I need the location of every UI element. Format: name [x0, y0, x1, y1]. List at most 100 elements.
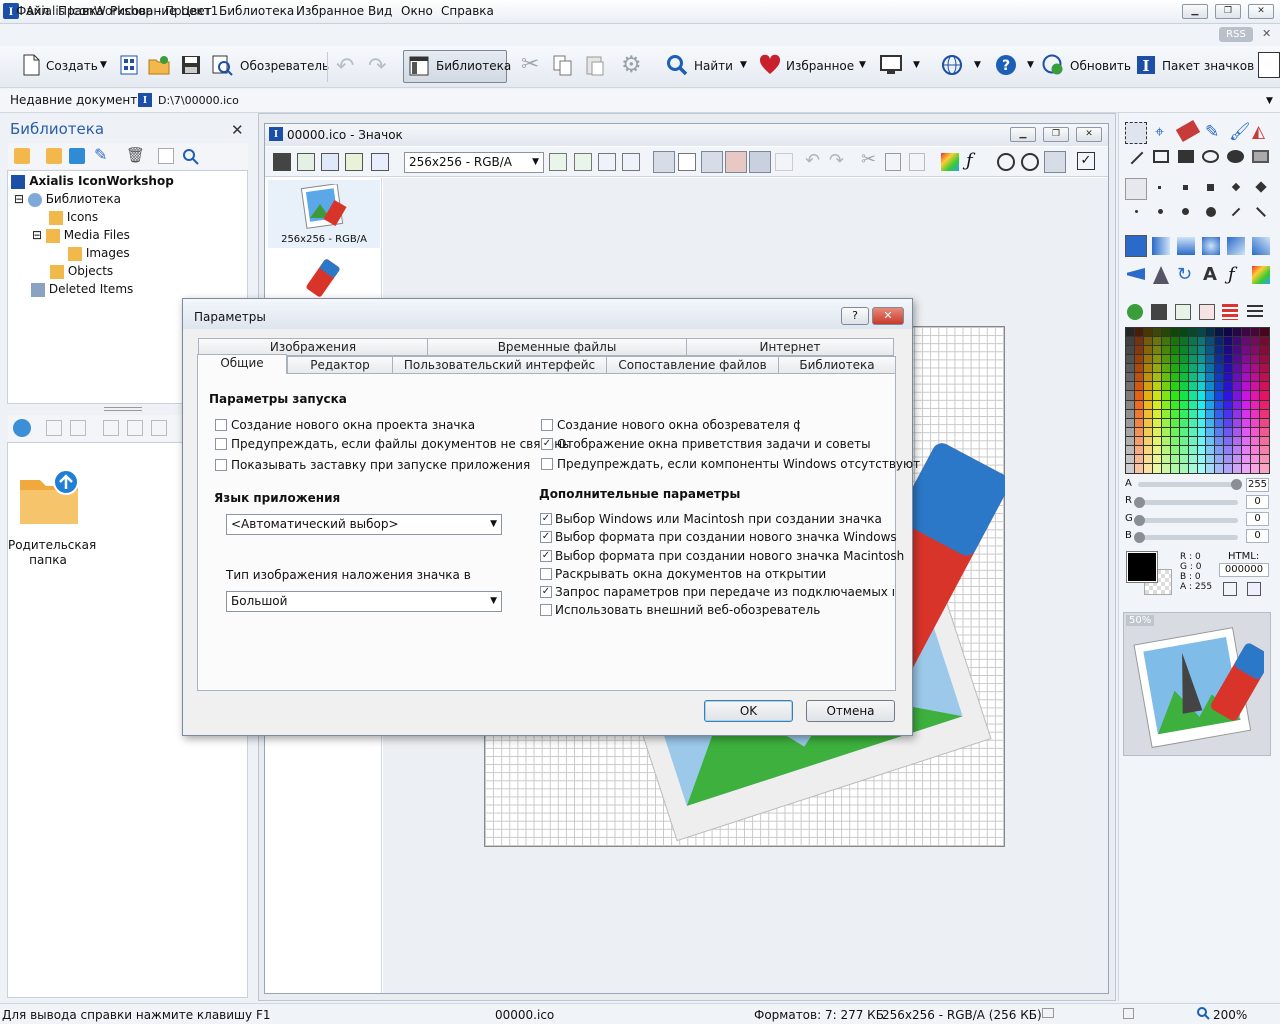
tab-internet[interactable]: Интернет [686, 338, 894, 356]
palette-swatch[interactable] [1160, 399, 1172, 411]
palette-swatch[interactable] [1125, 390, 1136, 402]
globe-dropdown-icon[interactable]: ▼ [974, 60, 981, 70]
favorites-dropdown-icon[interactable]: ▼ [859, 60, 866, 70]
new-library-folder-icon[interactable] [14, 148, 30, 164]
menu-library[interactable]: Библиотека [219, 4, 294, 18]
icon-pack-button[interactable]: Пакет значков [1162, 59, 1254, 73]
palette-options-icon[interactable] [1222, 304, 1238, 320]
palette-swatch[interactable] [1160, 354, 1172, 366]
menubar-close-icon[interactable]: ✕ [1262, 27, 1271, 40]
palette-swatch[interactable] [1214, 372, 1226, 384]
palette-swatch[interactable] [1196, 462, 1208, 475]
palette-swatch[interactable] [1223, 345, 1235, 357]
palette-swatch[interactable] [1250, 462, 1262, 475]
doc-undo-icon[interactable]: ↶ [805, 150, 820, 171]
undo-icon[interactable]: ↶ [336, 54, 354, 79]
palette-swatch[interactable] [1133, 435, 1145, 447]
palette-swatch[interactable] [1169, 336, 1181, 348]
palette-new-icon[interactable] [1175, 304, 1191, 320]
palette-swatch[interactable] [1223, 336, 1235, 348]
palette-swatch[interactable] [1160, 408, 1172, 420]
palette-swatch[interactable] [1133, 372, 1145, 384]
library-search-icon[interactable] [182, 148, 199, 165]
palette-swatch[interactable] [1133, 453, 1145, 465]
palette-swatch[interactable] [1259, 435, 1270, 447]
tree-item-objects[interactable]: Objects [50, 264, 113, 279]
palette-swatch[interactable] [1232, 435, 1244, 447]
palette-swatch[interactable] [1151, 444, 1163, 456]
palette-swatch[interactable] [1142, 453, 1154, 465]
palette-swatch[interactable] [1250, 354, 1262, 366]
palette-swatch[interactable] [1250, 453, 1262, 465]
palette-swatch[interactable] [1151, 336, 1163, 348]
palette-swatch[interactable] [1205, 372, 1217, 384]
palette-swatch[interactable] [1232, 417, 1244, 429]
palette-swatch[interactable] [1142, 435, 1154, 447]
favorites-button[interactable]: Избранное [786, 59, 854, 73]
palette-swatch[interactable] [1178, 408, 1190, 420]
palette-swatch[interactable] [1205, 453, 1217, 465]
library-panel-close-icon[interactable]: ✕ [231, 121, 244, 139]
brush-round-2-option[interactable] [1158, 209, 1163, 214]
palette-swatch[interactable] [1223, 399, 1235, 411]
palette-swatch[interactable] [1133, 390, 1145, 402]
pencil-tool-icon[interactable]: ✎ [1205, 122, 1219, 142]
palette-swatch[interactable] [1250, 326, 1262, 339]
fill-radial-gradient-option[interactable] [1202, 237, 1220, 255]
palette-swatch[interactable] [1142, 426, 1154, 438]
extra-checkbox-0[interactable]: ✓ [540, 513, 552, 525]
palette-swatch[interactable] [1241, 435, 1253, 447]
palette-swatch[interactable] [1133, 408, 1145, 420]
transparency-toggle-icon[interactable] [725, 151, 747, 173]
palette-swatch[interactable] [1259, 426, 1270, 438]
tree-item-media-files[interactable]: ⊟ Media Files [32, 228, 130, 243]
palette-swatch[interactable] [1196, 444, 1208, 456]
palette-swatch[interactable] [1160, 444, 1172, 456]
palette-swatch[interactable] [1232, 372, 1244, 384]
extra-checkbox-4[interactable]: ✓ [540, 586, 552, 598]
palette-swatch[interactable] [1187, 326, 1199, 339]
green-value-box[interactable]: 0 [1246, 512, 1269, 526]
alpha-value-box[interactable]: 255 [1246, 478, 1269, 492]
palette-swatch[interactable] [1178, 426, 1190, 438]
palette-swatch[interactable] [1187, 336, 1199, 348]
palette-swatch[interactable] [1205, 417, 1217, 429]
palette-swatch[interactable] [1142, 354, 1154, 366]
extra-checkbox-3[interactable] [540, 568, 552, 580]
panel-splitter-handle[interactable] [104, 407, 142, 411]
palette-swatch[interactable] [1232, 462, 1244, 475]
paste-color-icon[interactable] [1247, 582, 1261, 596]
palette-swatch[interactable] [1187, 390, 1199, 402]
brush-size-4-option[interactable] [1207, 184, 1214, 191]
red-slider-track[interactable] [1138, 500, 1238, 505]
palette-swatch[interactable] [1259, 363, 1270, 375]
palette-swatch[interactable] [1142, 372, 1154, 384]
palette-swatch[interactable] [1196, 354, 1208, 366]
palette-swatch[interactable] [1205, 345, 1217, 357]
palette-swatch[interactable] [1241, 363, 1253, 375]
palette-swatch[interactable] [1205, 363, 1217, 375]
menu-window[interactable]: Окно [401, 4, 433, 18]
open-project-icon[interactable] [118, 54, 140, 76]
palette-swatch[interactable] [1223, 390, 1235, 402]
green-slider-track[interactable] [1138, 518, 1238, 523]
palette-swatch[interactable] [1259, 336, 1270, 348]
palette-swatch[interactable] [1125, 381, 1136, 393]
palette-swatch[interactable] [1187, 444, 1199, 456]
palette-swatch[interactable] [1259, 453, 1270, 465]
palette-swatch[interactable] [1259, 326, 1270, 339]
tab-library[interactable]: Библиотека [778, 356, 896, 374]
palette-swatch[interactable] [1214, 390, 1226, 402]
palette-swatch[interactable] [1223, 363, 1235, 375]
palette-swatch[interactable] [1259, 462, 1270, 475]
palette-swatch[interactable] [1223, 372, 1235, 384]
find-dropdown-icon[interactable]: ▼ [740, 60, 747, 70]
tree-item-images[interactable]: Images [68, 246, 130, 261]
toolbar-overflow-icon[interactable] [1258, 52, 1280, 78]
palette-swatch[interactable] [1178, 453, 1190, 465]
palette-save-icon[interactable] [1151, 304, 1167, 320]
palette-swatch[interactable] [1187, 435, 1199, 447]
palette-swatch[interactable] [1187, 381, 1199, 393]
extra-checkbox-5[interactable] [540, 604, 552, 616]
recent-document-path[interactable]: D:\7\00000.ico [158, 94, 239, 107]
